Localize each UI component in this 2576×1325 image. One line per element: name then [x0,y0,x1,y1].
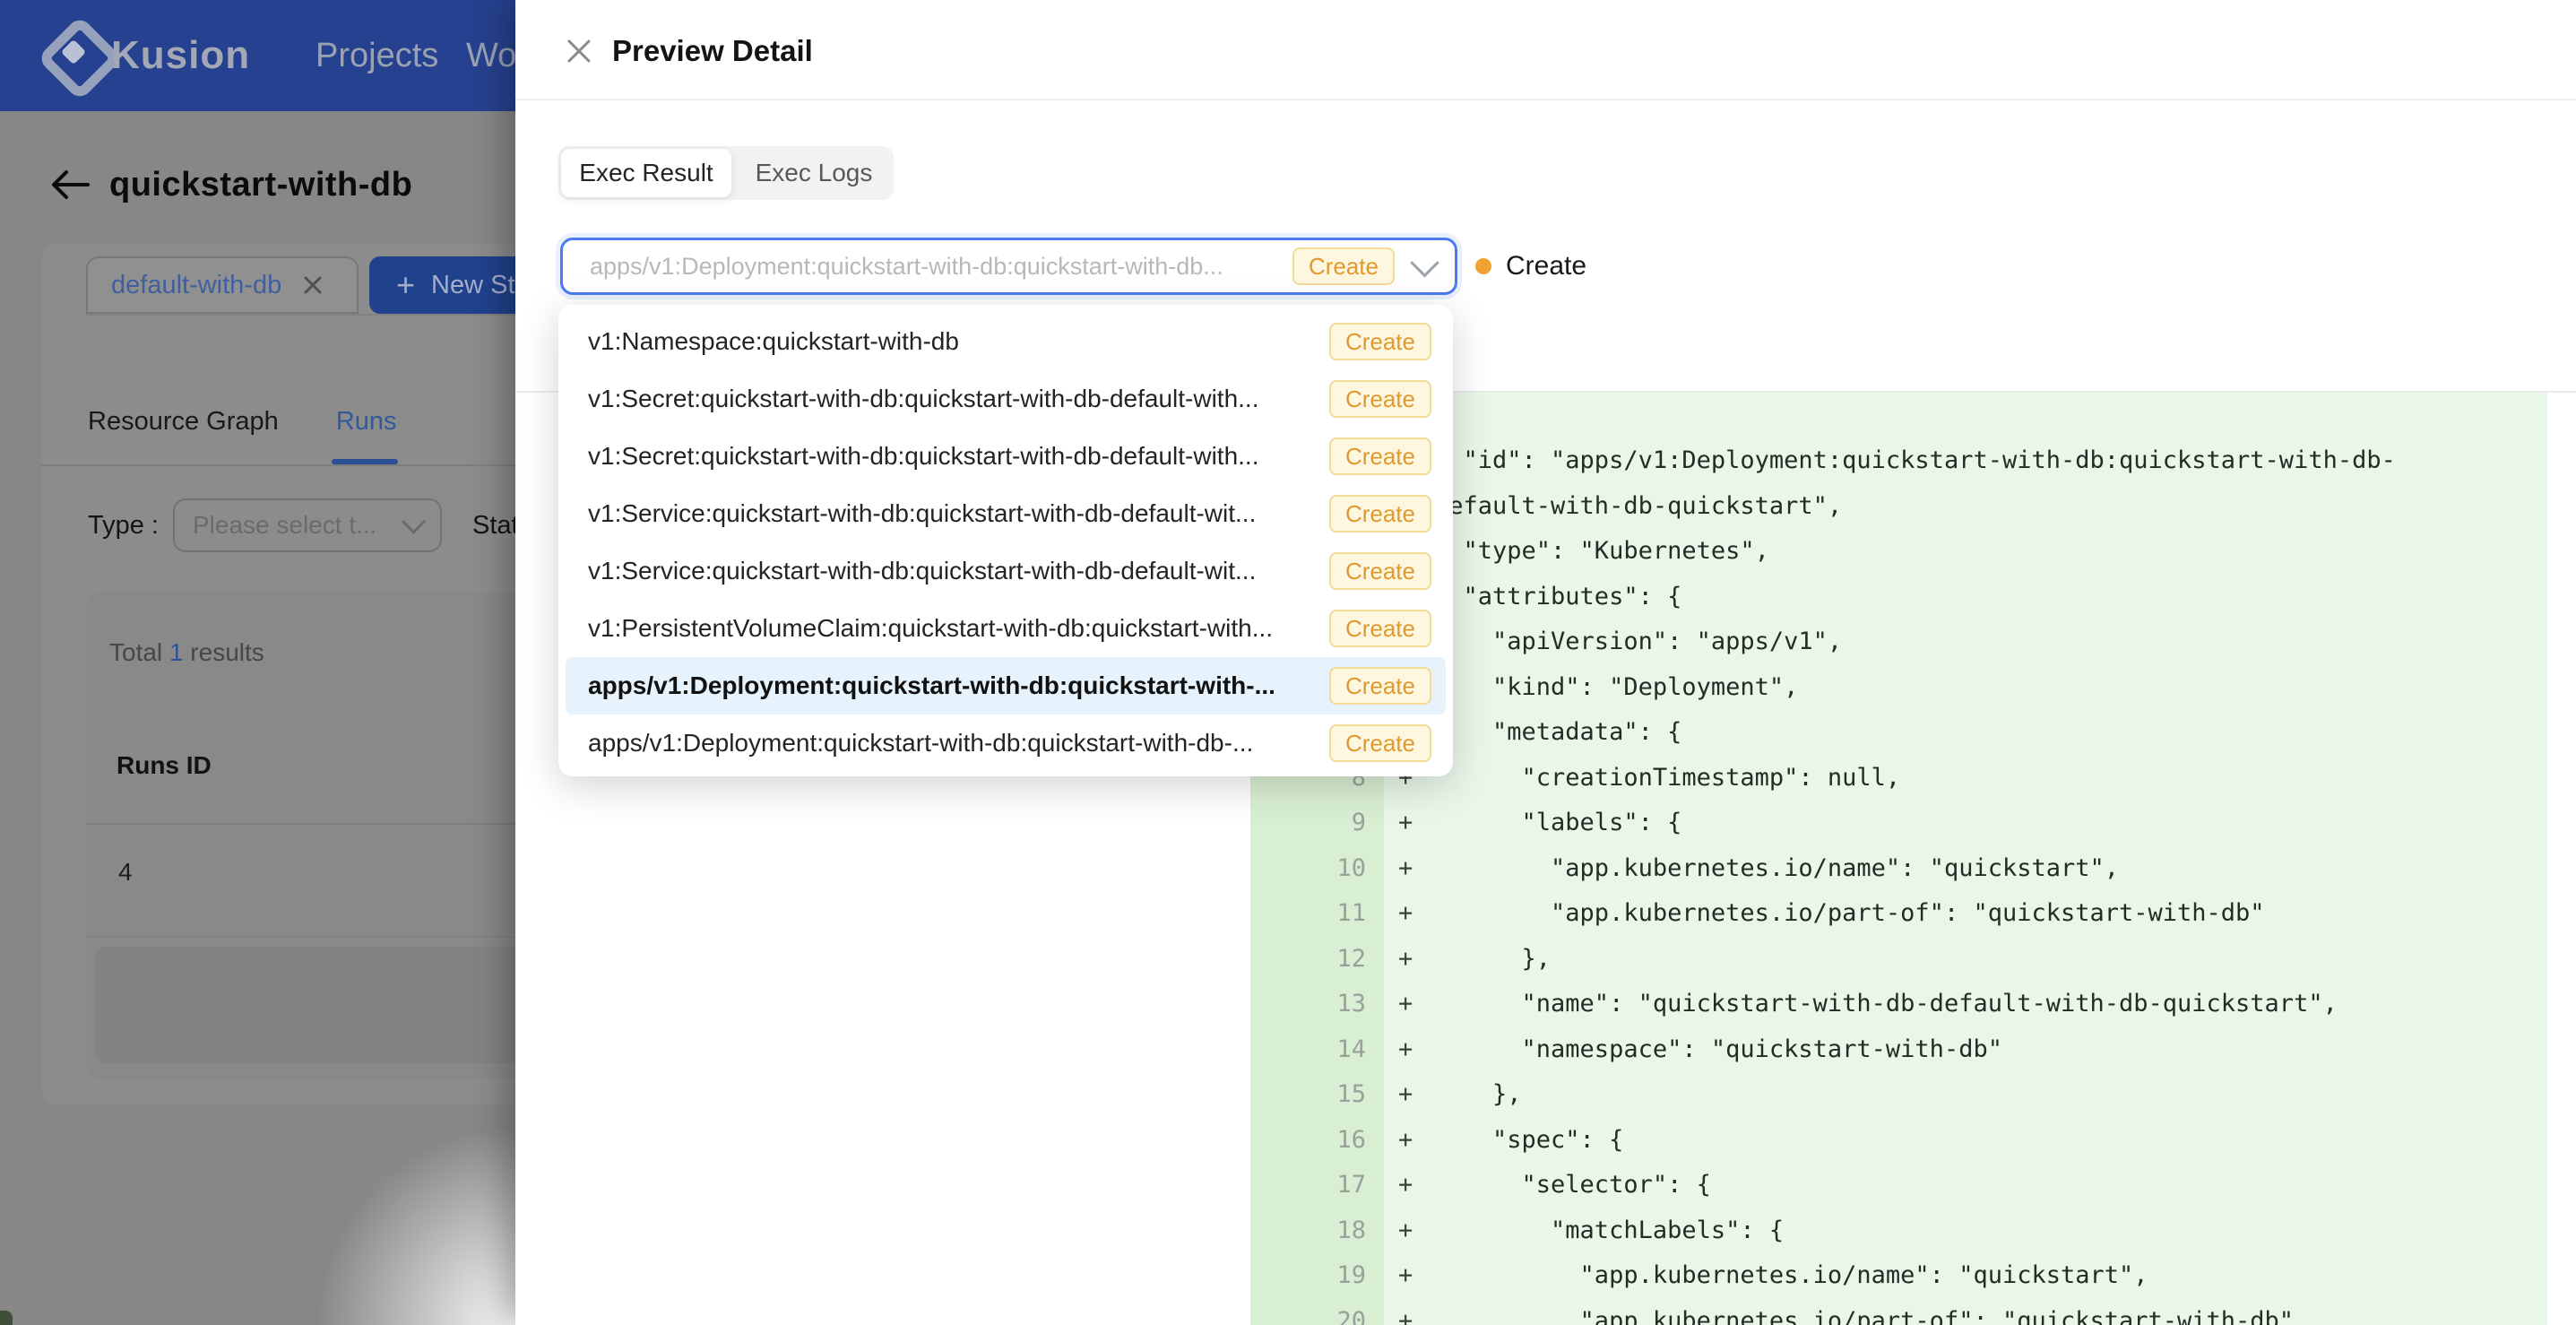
exec-tabs: Exec Result Exec Logs [558,146,894,200]
tab-exec-logs[interactable]: Exec Logs [737,149,891,197]
diff-row: 18+ "matchLabels": { [558,1208,2576,1253]
diff-row: 9+ "labels": { [558,801,2576,846]
toast-corner-decoration [0,1311,13,1325]
diff-row: 13+ "name": "quickstart-with-db-default-… [558,982,2576,1027]
status-dot-icon [1475,258,1491,274]
option-label: v1:Secret:quickstart-with-db:quickstart-… [588,442,1315,471]
chevron-down-icon [402,509,426,533]
type-filter-label: Type : [88,511,159,541]
table-row-runs-id-cell: 4 [118,858,133,887]
resource-select-value: apps/v1:Deployment:quickstart-with-db:qu… [590,253,1292,281]
option-label: apps/v1:Deployment:quickstart-with-db:qu… [588,671,1315,700]
create-tag: Create [1329,724,1431,762]
back-arrow-icon[interactable] [50,169,90,201]
create-tag: Create [1329,667,1431,705]
drawer-glow-decoration [309,1119,515,1325]
resource-select-dropdown: v1:Namespace:quickstart-with-db Create v1… [558,305,1453,776]
drawer-header: Preview Detail [515,0,2576,100]
stack-tab-default-with-db[interactable]: default-with-db [86,256,359,314]
diff-row: 11+ "app.kubernetes.io/part-of": "quicks… [558,891,2576,937]
create-tag: Create [1329,552,1431,590]
drawer-title: Preview Detail [612,34,813,68]
total-count: 1 [169,638,184,666]
type-filter-placeholder: Please select t... [193,511,376,540]
total-results-text: Total 1 results [109,638,264,667]
diff-row: 15+ }, [558,1072,2576,1118]
dropdown-option-selected[interactable]: apps/v1:Deployment:quickstart-with-db:qu… [566,657,1446,714]
dropdown-option[interactable]: v1:Secret:quickstart-with-db:quickstart-… [566,428,1446,485]
create-tag: Create [1329,610,1431,647]
total-prefix: Total [109,638,162,666]
plus-icon: + [396,266,415,304]
tab-runs[interactable]: Runs [336,407,397,437]
page-title: quickstart-with-db [109,166,412,204]
tab-close-icon[interactable] [303,275,323,295]
preview-detail-drawer: Preview Detail Exec Result Exec Logs app… [515,0,2576,1325]
close-icon[interactable] [560,32,598,70]
create-tag: Create [1329,495,1431,533]
resource-select[interactable]: apps/v1:Deployment:quickstart-with-db:qu… [560,238,1457,295]
create-tag: Create [1329,380,1431,418]
diff-row: 16+ "spec": { [558,1117,2576,1163]
option-label: v1:Secret:quickstart-with-db:quickstart-… [588,385,1315,413]
diff-row: 14+ "namespace": "quickstart-with-db" [558,1026,2576,1072]
type-filter-select[interactable]: Please select t... [173,498,442,552]
option-label: v1:Service:quickstart-with-db:quickstart… [588,499,1315,528]
diff-row: 10+ "app.kubernetes.io/name": "quickstar… [558,845,2576,891]
option-label: v1:Namespace:quickstart-with-db [588,327,1315,356]
brand-wordmark[interactable]: Kusion [111,0,250,111]
create-tag: Create [1292,247,1395,285]
create-tag: Create [1329,437,1431,475]
stack-tab-label: default-with-db [111,271,281,300]
status-label: Create [1506,251,1586,281]
total-suffix: results [190,638,264,666]
tab-exec-result[interactable]: Exec Result [561,149,731,197]
tab-resource-graph[interactable]: Resource Graph [88,407,279,437]
diff-row: 19+ "app.kubernetes.io/name": "quickstar… [558,1253,2576,1299]
chevron-down-icon [1410,247,1439,277]
column-header-runs-id: Runs ID [117,751,212,780]
create-tag: Create [1329,323,1431,360]
diff-row: 12+ }, [558,936,2576,982]
option-label: v1:PersistentVolumeClaim:quickstart-with… [588,614,1315,643]
option-label: apps/v1:Deployment:quickstart-with-db:qu… [588,729,1315,758]
dropdown-option[interactable]: v1:PersistentVolumeClaim:quickstart-with… [566,600,1446,657]
dropdown-option[interactable]: v1:Service:quickstart-with-db:quickstart… [566,485,1446,542]
kusion-logo-icon[interactable] [41,20,113,91]
dropdown-option[interactable]: apps/v1:Deployment:quickstart-with-db:qu… [566,714,1446,772]
screen: Kusion Projects Workspaces quickstart-wi… [0,0,2576,1325]
option-label: v1:Service:quickstart-with-db:quickstart… [588,557,1315,585]
resource-status-badge: Create [1475,251,1586,281]
dropdown-option[interactable]: v1:Secret:quickstart-with-db:quickstart-… [566,370,1446,428]
dropdown-option[interactable]: v1:Namespace:quickstart-with-db Create [566,313,1446,370]
diff-row: 20+ "app.kubernetes.io/part-of": "quicks… [558,1298,2576,1325]
nav-item-projects[interactable]: Projects [316,0,438,111]
diff-row: 17+ "selector": { [558,1163,2576,1208]
dropdown-option[interactable]: v1:Service:quickstart-with-db:quickstart… [566,542,1446,600]
